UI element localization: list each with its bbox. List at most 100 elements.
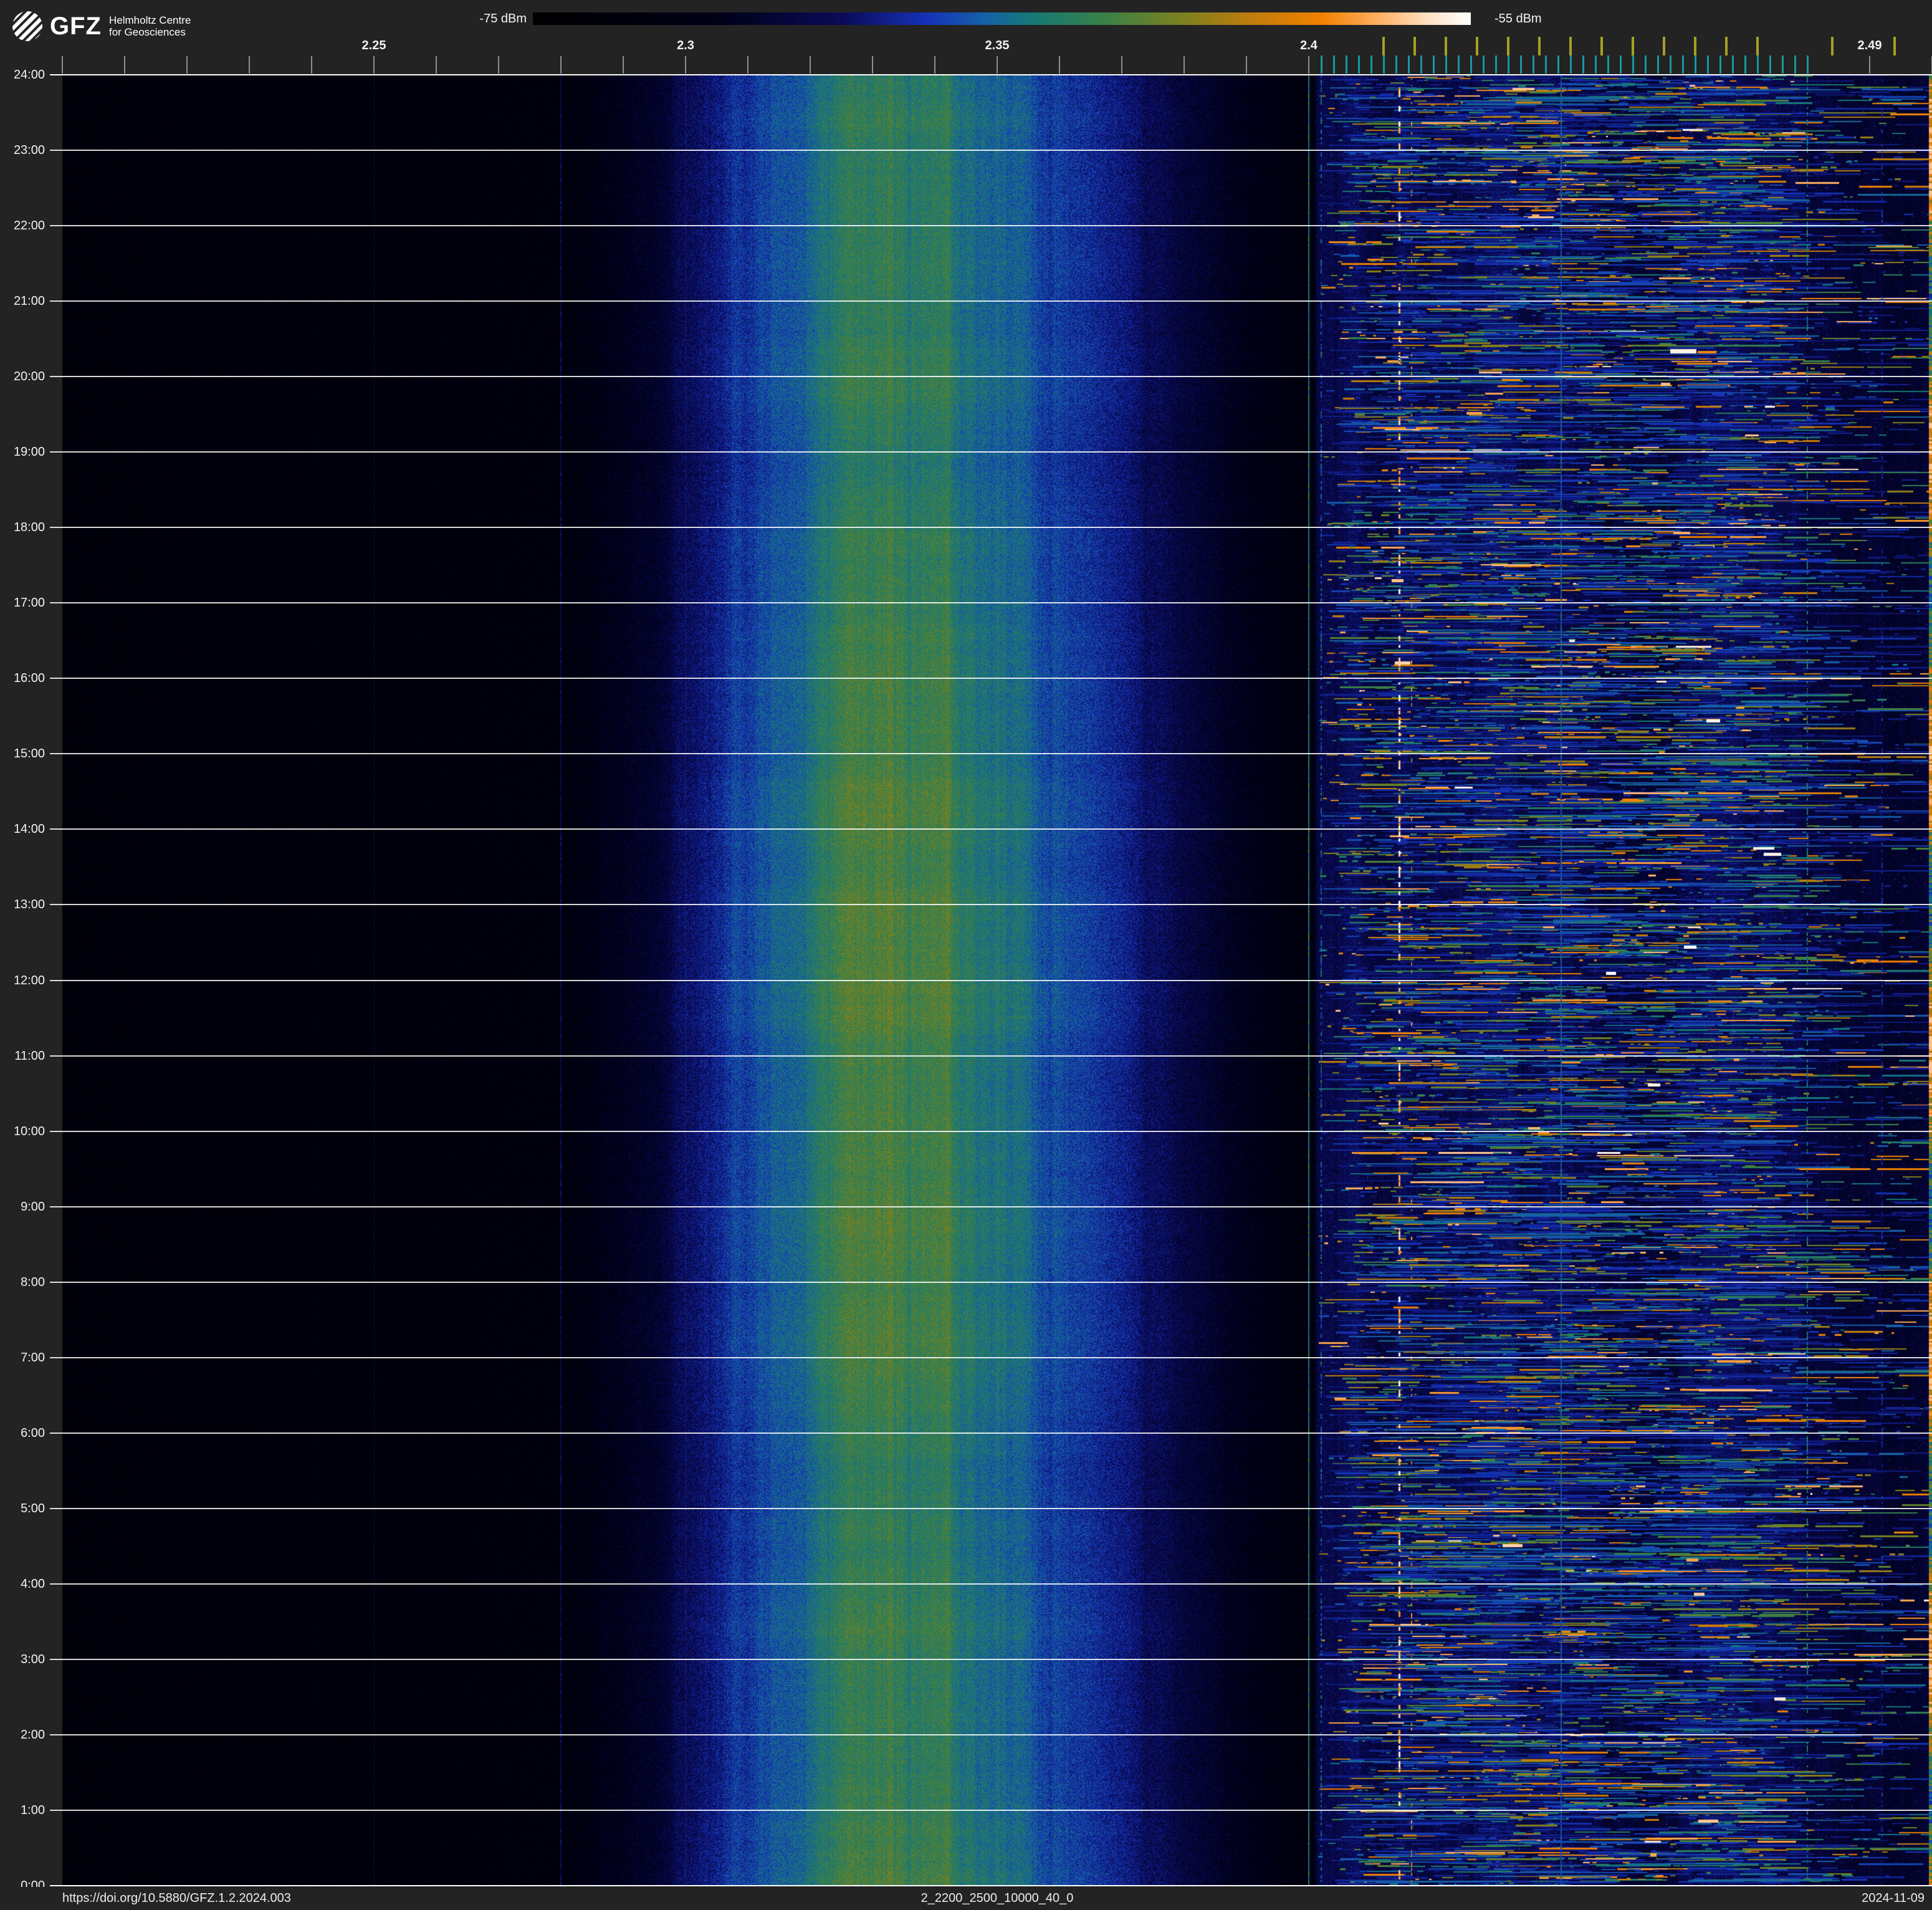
time-axis-label: 4:00 xyxy=(21,1576,45,1591)
ble-channel-tick xyxy=(1332,55,1335,74)
freq-minor-tick xyxy=(498,56,499,74)
ble-channel-tick xyxy=(1706,55,1709,74)
hour-gridline xyxy=(50,150,1932,151)
ble-channel-tick xyxy=(1731,55,1734,74)
freq-minor-tick xyxy=(62,56,63,74)
hour-gridline xyxy=(50,678,1932,679)
hour-gridline xyxy=(50,828,1932,830)
freq-minor-tick xyxy=(124,56,125,74)
hour-gridline xyxy=(50,1809,1932,1811)
ble-channel-tick xyxy=(1357,55,1360,74)
logo-line1: Helmholtz Centre xyxy=(108,14,191,26)
ble-channel-tick xyxy=(1445,55,1447,74)
freq-minor-tick xyxy=(1121,56,1122,74)
colorbar-min-label: -75 dBm xyxy=(479,12,527,26)
ble-channel-tick xyxy=(1507,55,1509,74)
wifi-channel-tick xyxy=(1725,37,1728,55)
freq-minor-tick xyxy=(186,56,188,74)
freq-minor-tick xyxy=(810,56,811,74)
ble-channel-tick xyxy=(1532,55,1534,74)
wifi-channel-tick xyxy=(1538,37,1541,55)
ble-channel-tick xyxy=(1607,55,1609,74)
freq-minor-tick xyxy=(1308,56,1309,74)
footer-dataset-name: 2_2200_2500_10000_40_0 xyxy=(921,1891,1074,1905)
ble-channel-tick xyxy=(1407,55,1410,74)
hour-gridline xyxy=(50,451,1932,453)
hour-gridline xyxy=(50,1507,1932,1509)
hour-gridline xyxy=(50,1734,1932,1735)
ble-channel-tick xyxy=(1594,55,1597,74)
spectrogram-page: { "header": { "logo": { "org": "GFZ", "l… xyxy=(0,0,1932,1910)
hour-gridline xyxy=(50,602,1932,604)
ble-channel-tick xyxy=(1756,55,1759,74)
footer-bar: https://doi.org/10.5880/GFZ.1.2.2024.003… xyxy=(0,1887,1932,1910)
time-axis-label: 8:00 xyxy=(21,1275,45,1289)
time-axis-label: 12:00 xyxy=(13,973,45,987)
wifi-channel-tick xyxy=(1663,37,1665,55)
hour-gridline xyxy=(50,1432,1932,1434)
hour-gridline xyxy=(50,1281,1932,1283)
freq-axis-label: 2.4 xyxy=(1300,39,1317,52)
ble-channel-tick xyxy=(1794,55,1796,74)
hour-gridline xyxy=(50,225,1932,227)
freq-axis-label: 2.3 xyxy=(677,39,694,52)
wifi-channel-tick xyxy=(1445,37,1447,55)
hour-gridline xyxy=(50,1658,1932,1660)
time-axis-label: 22:00 xyxy=(13,219,45,233)
time-axis-label: 17:00 xyxy=(13,596,45,610)
time-axis-label: 23:00 xyxy=(13,143,45,158)
hour-gridline xyxy=(50,1583,1932,1585)
logo-org: GFZ xyxy=(50,12,102,40)
freq-minor-tick xyxy=(1059,56,1060,74)
wifi-channel-tick xyxy=(1756,37,1759,55)
logo-line2: for Geosciences xyxy=(108,26,186,38)
freq-minor-tick xyxy=(311,56,312,74)
ble-channel-tick xyxy=(1644,55,1647,74)
ble-channel-tick xyxy=(1769,55,1771,74)
wifi-channel-tick xyxy=(1382,37,1385,55)
wifi-channel-tick xyxy=(1507,37,1509,55)
colorbar-max-label: -55 dBm xyxy=(1494,12,1542,26)
ble-channel-tick xyxy=(1482,55,1485,74)
time-axis-label: 16:00 xyxy=(13,671,45,686)
freq-axis-label: 2.25 xyxy=(361,39,386,52)
time-axis-label: 24:00 xyxy=(13,68,45,82)
wifi-channel-tick xyxy=(1569,37,1572,55)
ble-channel-tick xyxy=(1694,55,1696,74)
hour-gridline xyxy=(50,527,1932,529)
hour-gridline xyxy=(50,753,1932,755)
ble-channel-tick xyxy=(1470,55,1472,74)
freq-minor-tick xyxy=(1184,56,1185,74)
ble-channel-tick xyxy=(1719,55,1721,74)
ble-channel-tick xyxy=(1457,55,1460,74)
ble-channel-tick xyxy=(1681,55,1684,74)
freq-minor-tick xyxy=(373,56,375,74)
time-axis-label: 13:00 xyxy=(13,898,45,912)
time-axis-label: 15:00 xyxy=(13,747,45,761)
ble-channel-tick xyxy=(1582,55,1584,74)
time-axis-label: 9:00 xyxy=(21,1199,45,1214)
ble-channel-tick xyxy=(1619,55,1622,74)
freq-minor-tick xyxy=(997,56,998,74)
time-axis-label: 1:00 xyxy=(21,1803,45,1817)
footer-doi: https://doi.org/10.5880/GFZ.1.2.2024.003 xyxy=(62,1891,291,1905)
ble-channel-tick xyxy=(1382,55,1385,74)
ble-channel-tick xyxy=(1569,55,1572,74)
hour-gridline xyxy=(50,1055,1932,1057)
hour-gridline xyxy=(50,300,1932,302)
freq-minor-tick xyxy=(934,56,935,74)
ble-channel-tick xyxy=(1744,55,1746,74)
ble-channel-tick xyxy=(1781,55,1784,74)
freq-minor-tick xyxy=(747,56,748,74)
ble-channel-tick xyxy=(1557,55,1559,74)
time-axis-label: 7:00 xyxy=(21,1350,45,1365)
hour-gridline xyxy=(50,1130,1932,1132)
freq-minor-tick xyxy=(872,56,873,74)
freq-axis-label: 2.35 xyxy=(985,39,1010,52)
time-axis-label: 3:00 xyxy=(21,1652,45,1666)
hour-gridline xyxy=(50,1356,1932,1358)
time-axis-label: 10:00 xyxy=(13,1124,45,1138)
wifi-channel-tick xyxy=(1413,37,1416,55)
freq-axis-label: 2.49 xyxy=(1857,39,1882,52)
ble-channel-tick xyxy=(1544,55,1547,74)
